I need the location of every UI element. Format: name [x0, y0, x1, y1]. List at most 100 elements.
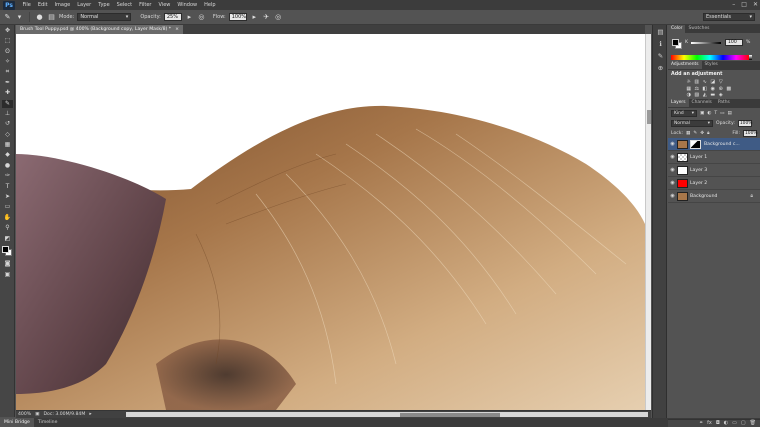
menu-view[interactable]: View [155, 0, 174, 10]
link-layers-icon[interactable]: ⚭ [699, 420, 703, 427]
exposure-icon[interactable]: ◪ [710, 79, 716, 86]
dodge-tool-icon[interactable]: ● [2, 162, 13, 171]
new-group-icon[interactable]: ▭ [732, 420, 737, 427]
menu-layer[interactable]: Layer [74, 0, 95, 10]
default-colors-icon[interactable]: ◩ [2, 235, 13, 244]
delete-layer-icon[interactable]: 🗑︎ [750, 420, 756, 427]
blend-mode-select[interactable]: Normal ▾ [671, 119, 713, 127]
quick-select-tool-icon[interactable]: ✧ [2, 58, 13, 67]
eyedropper-tool-icon[interactable]: ✒ [2, 79, 13, 88]
tab-timeline[interactable]: Timeline [34, 418, 62, 427]
tab-paths[interactable]: Paths [715, 99, 733, 107]
levels-icon[interactable]: ▥ [694, 79, 700, 86]
brush-presets-panel-icon[interactable]: ⊕ [656, 64, 665, 73]
menu-select[interactable]: Select [113, 0, 135, 10]
tab-layers[interactable]: Layers [668, 99, 689, 107]
vertical-scrollbar[interactable] [645, 34, 651, 410]
horizontal-scrollbar[interactable] [126, 412, 648, 417]
pressure-size-icon[interactable]: ◎ [274, 13, 283, 22]
eye-icon[interactable]: ◉ [668, 154, 677, 160]
brush-size-icon[interactable]: ● [35, 13, 44, 22]
menu-type[interactable]: Type [95, 0, 113, 10]
new-adjustment-icon[interactable]: ◐ [724, 420, 728, 427]
black-white-ramp[interactable] [749, 55, 752, 60]
filter-pixel-icon[interactable]: ▣ [700, 111, 704, 116]
threshold-icon[interactable]: ◭ [702, 92, 708, 99]
menu-help[interactable]: Help [201, 0, 219, 10]
crop-tool-icon[interactable]: ⌗ [2, 68, 13, 77]
vertical-scroll-thumb[interactable] [646, 110, 651, 124]
menu-file[interactable]: File [19, 0, 34, 10]
brush-tool-icon[interactable]: ✎ [2, 99, 13, 109]
layer-row[interactable]: ◉ Background c... [668, 138, 760, 151]
brush-preset-picker-icon[interactable]: ▾ [15, 13, 24, 22]
foreground-color-swatch[interactable] [2, 246, 9, 254]
layer-opacity-input[interactable]: 100% [737, 119, 752, 127]
color-value-input[interactable]: 100 [725, 39, 743, 46]
history-panel-icon[interactable]: ▤ [656, 28, 665, 37]
flow-slider-icon[interactable]: ▸ [250, 13, 259, 22]
zoom-level[interactable]: 400% [18, 412, 31, 417]
quick-mask-icon[interactable]: ◙ [2, 260, 13, 269]
screen-mode-icon[interactable]: ▣ [2, 271, 13, 280]
document-tab[interactable]: Brush Tool Puppy.psd @ 400% (Background … [16, 25, 183, 34]
invert-icon[interactable]: ◑ [686, 92, 692, 99]
path-selection-tool-icon[interactable]: ➤ [2, 193, 13, 202]
document-canvas[interactable] [16, 34, 645, 410]
color-spectrum-bar[interactable] [671, 55, 749, 60]
menu-window[interactable]: Window [174, 0, 201, 10]
tab-adjustments[interactable]: Adjustments [668, 61, 702, 69]
lock-pixels-icon[interactable]: ✎ [693, 131, 697, 136]
blur-tool-icon[interactable]: ◆ [2, 151, 13, 160]
new-layer-icon[interactable]: ▢ [741, 420, 746, 427]
color-swatches[interactable] [1, 245, 14, 258]
menu-filter[interactable]: Filter [136, 0, 155, 10]
close-window-button[interactable]: ✕ [753, 0, 758, 10]
layer-mask-thumbnail[interactable] [690, 139, 701, 149]
history-brush-tool-icon[interactable]: ↺ [2, 120, 13, 129]
layer-row[interactable]: ◉ Layer 1 [668, 151, 760, 164]
filter-type-icon[interactable]: T [714, 111, 717, 116]
layer-style-icon[interactable]: fx [707, 420, 712, 427]
brush-panel-toggle-icon[interactable]: ▤ [47, 13, 56, 22]
color-lookup-icon[interactable]: ▩ [726, 86, 732, 93]
clone-stamp-tool-icon[interactable]: ⊥ [2, 110, 13, 119]
filter-smart-object-icon[interactable]: ▤ [728, 111, 732, 116]
brush-panel-icon[interactable]: ✎ [656, 52, 665, 61]
eye-icon[interactable]: ◉ [668, 193, 677, 199]
vibrance-icon[interactable]: ▽ [718, 79, 724, 86]
layer-row[interactable]: ◉ Layer 3 [668, 164, 760, 177]
menu-image[interactable]: Image [51, 0, 74, 10]
layer-fill-input[interactable]: 100% [743, 129, 758, 137]
shape-tool-icon[interactable]: ▭ [2, 203, 13, 212]
tab-styles[interactable]: Styles [702, 61, 721, 69]
type-tool-icon[interactable]: T [2, 183, 13, 192]
maximize-button[interactable]: □ [741, 0, 747, 10]
horizontal-scroll-thumb[interactable] [400, 412, 500, 417]
lasso-tool-icon[interactable]: ʘ [2, 48, 13, 57]
filter-adjustment-icon[interactable]: ◐ [707, 111, 711, 116]
kind-filter-select[interactable]: Kind ▾ [671, 109, 697, 117]
curves-icon[interactable]: ∿ [702, 79, 708, 86]
add-mask-icon[interactable]: ◘ [716, 420, 720, 427]
brush-tool-icon[interactable]: ✎ [3, 13, 12, 22]
mode-select[interactable]: Normal ▾ [77, 13, 132, 21]
workspace-select[interactable]: Essentials ▾ [703, 13, 755, 21]
lock-position-icon[interactable]: ✥ [700, 131, 704, 136]
pressure-opacity-icon[interactable]: ◎ [197, 13, 206, 22]
flow-input[interactable]: 100% [228, 13, 247, 21]
tab-swatches[interactable]: Swatches [685, 25, 712, 33]
posterize-icon[interactable]: ▨ [694, 92, 700, 99]
status-menu-icon[interactable]: ▣ [35, 412, 39, 417]
close-tab-icon[interactable]: × [175, 25, 179, 34]
minimize-button[interactable]: – [732, 0, 735, 10]
airbrush-icon[interactable]: ✈ [262, 13, 271, 22]
foreground-color-swatch[interactable] [672, 39, 679, 46]
tab-mini-bridge[interactable]: Mini Bridge [0, 418, 34, 427]
lock-transparent-icon[interactable]: ▦ [686, 131, 690, 136]
gradient-tool-icon[interactable]: ▦ [2, 141, 13, 150]
pen-tool-icon[interactable]: ✑ [2, 172, 13, 181]
lock-all-icon[interactable]: 🔒︎ [707, 130, 709, 136]
hand-tool-icon[interactable]: ✋ [2, 214, 13, 223]
brightness-icon[interactable]: ☼ [686, 79, 692, 86]
